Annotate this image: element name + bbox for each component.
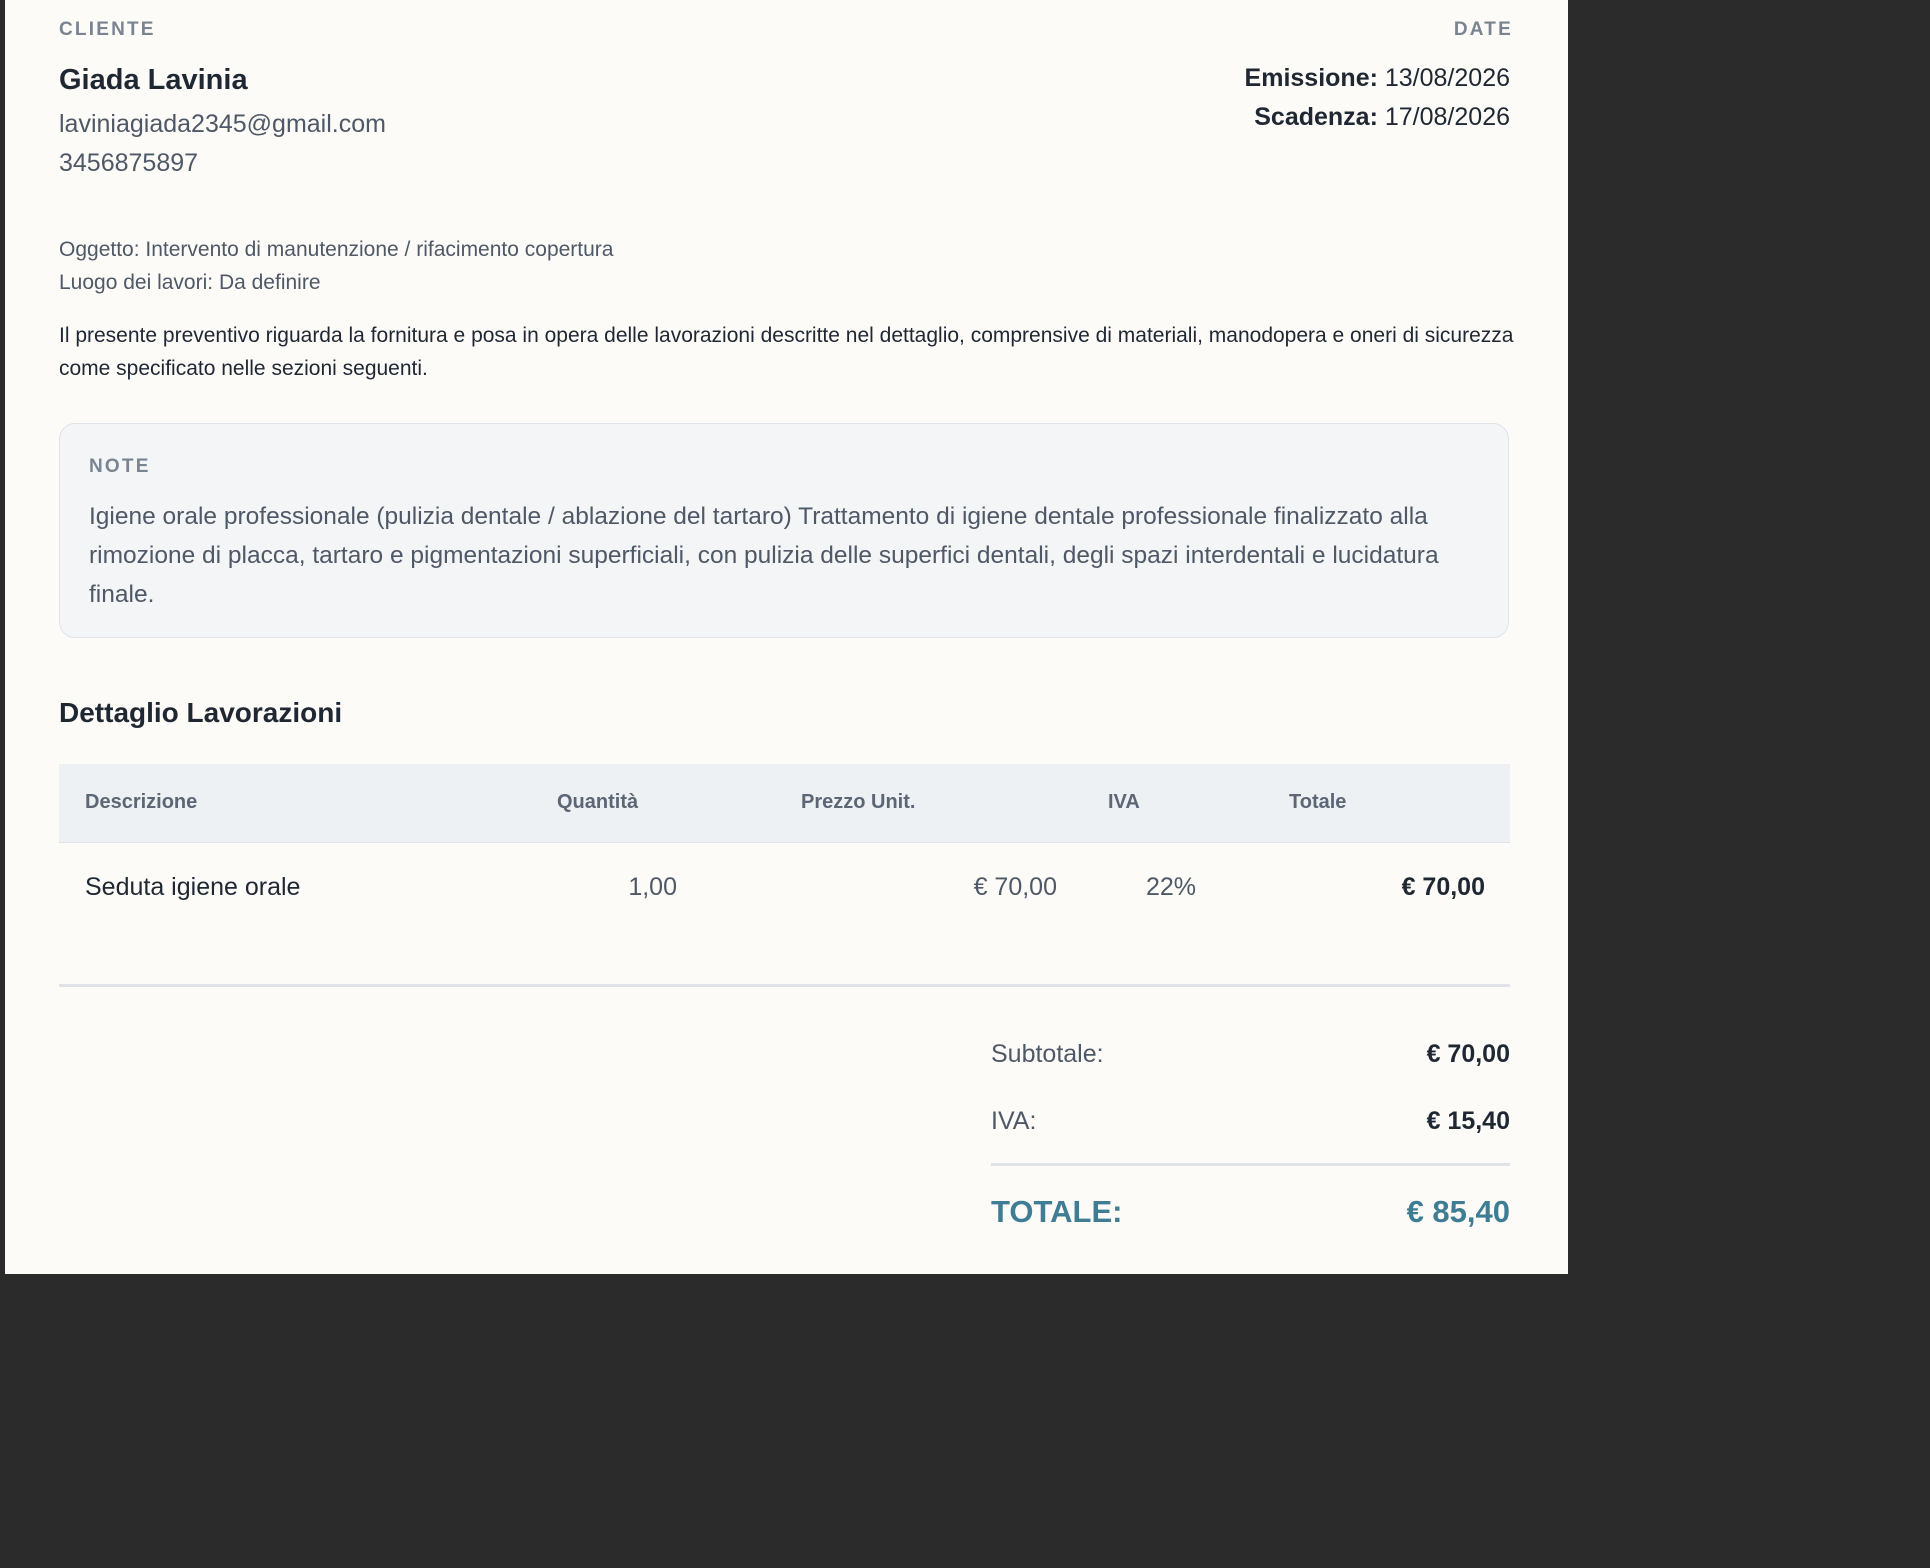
note-text: Igiene orale professionale (pulizia dent…: [89, 503, 1439, 608]
quote-document: CLIENTE Giada Lavinia laviniagiada2345@g…: [5, 0, 1568, 1274]
location-line: Luogo dei lavori: Da definire: [59, 271, 321, 294]
client-email: laviniagiada2345@gmail.com: [59, 110, 386, 138]
table-divider: [59, 984, 1510, 987]
column-header-vat: IVA: [1108, 791, 1140, 813]
column-header-total: Totale: [1289, 791, 1347, 813]
row-description: Seduta igiene orale: [85, 873, 301, 901]
subtotal-value: € 70,00: [1426, 1040, 1510, 1068]
intro-paragraph: Il presente preventivo riguarda la forni…: [59, 324, 1514, 380]
table-header: Descrizione Quantità Prezzo Unit. IVA To…: [59, 764, 1510, 843]
issue-date-label: Emissione:: [1244, 64, 1378, 92]
summary-divider: [991, 1163, 1510, 1166]
grand-total-value: € 85,40: [1406, 1194, 1510, 1229]
note-box: NOTE Igiene orale professionale (pulizia…: [59, 423, 1509, 638]
issue-date-value: 13/08/2026: [1384, 64, 1510, 92]
subject-line: Oggetto: Intervento di manutenzione / ri…: [59, 238, 614, 261]
row-total: € 70,00: [1401, 873, 1485, 901]
column-header-description: Descrizione: [85, 791, 198, 813]
note-label: NOTE: [89, 456, 151, 477]
column-header-quantity: Quantità: [557, 791, 639, 813]
row-quantity: 1,00: [628, 873, 677, 901]
issue-date: Emissione: 13/08/2026: [1245, 64, 1510, 93]
dates-section-label: DATE: [1453, 19, 1513, 40]
client-phone: 3456875897: [59, 149, 199, 177]
grand-total-label: TOTALE:: [991, 1194, 1123, 1229]
details-title: Dettaglio Lavorazioni: [59, 697, 343, 728]
client-section-label: CLIENTE: [59, 19, 156, 40]
client-name: Giada Lavinia: [59, 64, 248, 96]
vat-label: IVA:: [991, 1107, 1037, 1135]
subtotal-label: Subtotale:: [991, 1040, 1104, 1068]
due-date-label: Scadenza:: [1254, 103, 1378, 131]
column-header-unit-price: Prezzo Unit.: [801, 791, 916, 813]
row-unit-price: € 70,00: [973, 873, 1057, 901]
vat-value: € 15,40: [1426, 1107, 1510, 1135]
row-vat: 22%: [1146, 873, 1197, 901]
due-date: Scadenza: 17/08/2026: [1254, 103, 1510, 132]
due-date-value: 17/08/2026: [1384, 103, 1510, 131]
